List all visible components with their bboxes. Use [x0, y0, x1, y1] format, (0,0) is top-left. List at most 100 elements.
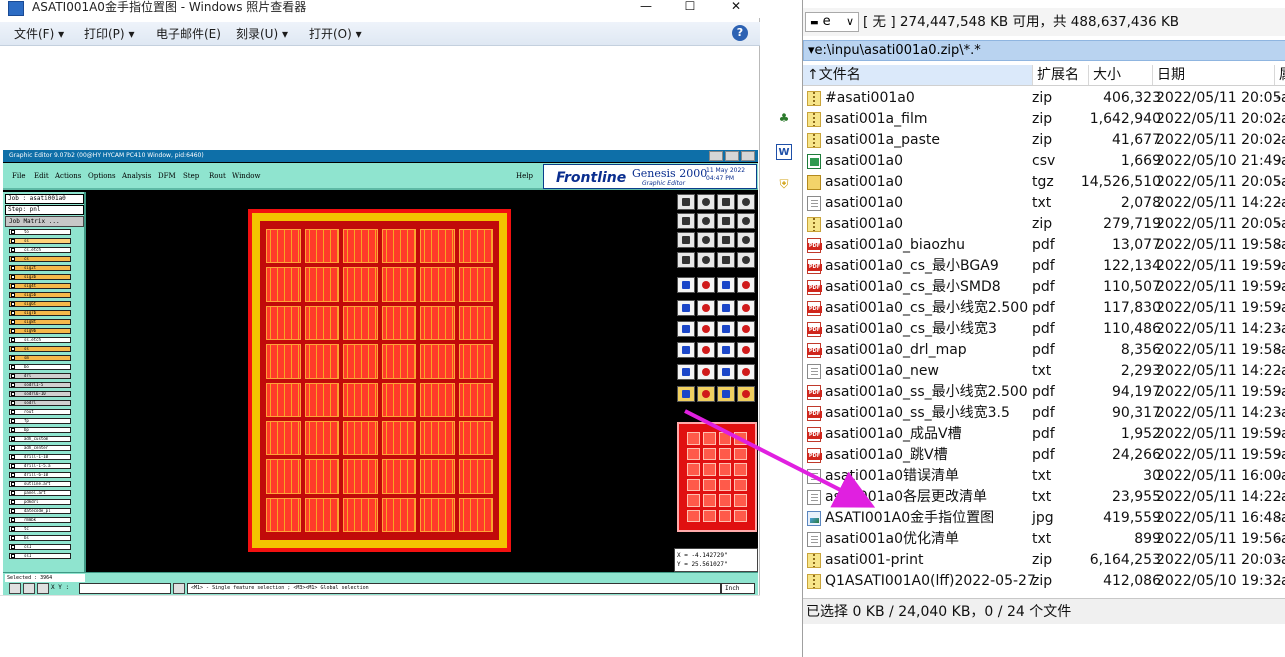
file-size: 406,323	[1103, 90, 1161, 106]
maximize-button[interactable]: ☐	[676, 0, 704, 16]
file-row[interactable]: asati001a0优化清单 txt 8992022/05/11 19:56-a	[803, 529, 1285, 550]
menu-burn[interactable]: 刻录(U) ▾	[236, 26, 288, 42]
shield-icon[interactable]: ⛨	[776, 176, 792, 192]
column-ext[interactable]: 扩展名	[1033, 65, 1089, 85]
genesis-menu-options: Options	[88, 172, 116, 180]
pcb-unit	[304, 382, 339, 417]
layer-checkbox-icon	[11, 239, 15, 243]
genesis-layer-item: adh_custom	[9, 436, 71, 442]
close-button[interactable]: ✕	[722, 0, 750, 16]
genesis-tool-icon	[737, 277, 755, 293]
file-date: 2022/05/10 21:49	[1156, 153, 1282, 169]
genesis-tool-icon	[697, 194, 715, 210]
file-date: 2022/05/10 19:32	[1156, 573, 1282, 589]
file-attr: -a	[1276, 426, 1285, 442]
genesis-tool-icon	[677, 252, 695, 268]
file-row[interactable]: asati001a0 txt 2,0782022/05/11 14:22-a	[803, 193, 1285, 214]
genesis-job-matrix-button: Job Matrix ...	[5, 216, 84, 227]
column-name[interactable]: ↑文件名	[803, 65, 1033, 85]
file-row[interactable]: asati001a0_cs_最小线宽3 pdf 110,4862022/05/11 …	[803, 319, 1285, 340]
file-row[interactable]: asati001a0_成品V槽 pdf 1,9522022/05/11 19:59-…	[803, 424, 1285, 445]
file-row[interactable]: asati001-print zip 6,164,253 2022/05/11 20:…	[803, 550, 1285, 571]
menu-open[interactable]: 打开(O) ▾	[309, 26, 362, 42]
file-row[interactable]: asati001a0 tgz 14,526,510 2022/05/11 20:05-…	[803, 172, 1285, 193]
pcb-unit	[458, 267, 493, 302]
file-date: 2022/05/11 19:59	[1156, 426, 1282, 442]
current-path[interactable]: ▾e:\inpu\asati001a0.zip\*.*	[803, 40, 1285, 61]
column-size[interactable]: 大小	[1089, 65, 1153, 85]
minimize-button[interactable]: —	[632, 0, 660, 16]
file-row[interactable]: ASATI001A0金手指位置图 jpg 419,559 2022/05/11 16:…	[803, 508, 1285, 529]
layer-checkbox-icon	[11, 392, 15, 396]
menu-email[interactable]: 电子邮件(E)	[156, 26, 221, 42]
network-tree-icon[interactable]: ♣	[776, 110, 792, 126]
file-row[interactable]: #asati001a0 zip 406,3232022/05/11 20:05-a	[803, 88, 1285, 109]
genesis-menu-window: Window	[232, 172, 261, 180]
pcb-unit	[343, 267, 378, 302]
help-icon[interactable]: ?	[732, 25, 748, 41]
pcb-unit	[266, 497, 301, 532]
file-date: 2022/05/11 19:59	[1156, 447, 1282, 463]
column-attr[interactable]: 属	[1275, 65, 1285, 85]
file-row[interactable]: asati001a0_cs_最小SMD8 pdf 110,5072022/05/11…	[803, 277, 1285, 298]
file-size: 419,559	[1103, 510, 1161, 526]
genesis-layer-item: sig4t	[9, 283, 71, 289]
genesis-tool-icon	[717, 232, 735, 248]
file-row[interactable]: asati001a0 csv 1,6692022/05/10 21:49-a	[803, 151, 1285, 172]
file-row[interactable]: asati001a0_new txt 2,2932022/05/11 14:22-a	[803, 361, 1285, 382]
file-ext: pdf	[1032, 384, 1055, 400]
file-row[interactable]: asati001a0 zip 279,7192022/05/11 20:05-a	[803, 214, 1285, 235]
file-size: 1,669	[1120, 153, 1161, 169]
file-name: Q1ASATI001A0(lff)2022-05-27	[825, 573, 1036, 589]
genesis-tool-icon	[717, 300, 735, 316]
file-row[interactable]: asati001a_film zip 1,642,940 2022/05/11 20:…	[803, 109, 1285, 130]
tgz-file-icon	[807, 175, 821, 190]
file-row[interactable]: asati001a_paste zip 41,677 2022/05/11 20:02…	[803, 130, 1285, 151]
menu-file[interactable]: 文件(F) ▾	[14, 26, 64, 42]
thumb-unit	[687, 478, 700, 491]
file-name: asati001a0错误清单	[825, 468, 960, 484]
file-row[interactable]: asati001a0各层更改清单 txt 23,955 2022/05/11 14:2…	[803, 487, 1285, 508]
pcb-unit	[304, 267, 339, 302]
pcb-unit	[381, 497, 416, 532]
file-row[interactable]: asati001a0_drl_map pdf 8,3562022/05/11 19:…	[803, 340, 1285, 361]
photo-viewer-titlebar[interactable]: ASATI001A0金手指位置图 - Windows 照片查看器 — ☐ ✕	[0, 0, 760, 18]
file-date: 2022/05/11 14:23	[1156, 321, 1282, 337]
file-row[interactable]: asati001a0错误清单 txt 302022/05/11 16:00-a	[803, 466, 1285, 487]
file-row[interactable]: asati001a0_biaozhu pdf 13,0772022/05/11 19…	[803, 235, 1285, 256]
pcb-unit	[266, 420, 301, 456]
file-name: asati001a_film	[825, 111, 928, 127]
file-date: 2022/05/11 14:22	[1156, 363, 1282, 379]
genesis-tool-icon	[697, 321, 715, 337]
genesis-close-icon	[741, 151, 755, 161]
thumb-unit	[687, 463, 700, 476]
layer-checkbox-icon	[11, 509, 15, 513]
file-row[interactable]: asati001a0_ss_最小线宽3.5 pdf 90,3172022/05/11…	[803, 403, 1285, 424]
layer-checkbox-icon	[11, 383, 15, 387]
file-row[interactable]: Q1ASATI001A0(lff)2022-05-27 zip 412,086 202…	[803, 571, 1285, 592]
drive-select[interactable]: ▬ e ∨	[805, 12, 859, 32]
file-attr: -a	[1276, 279, 1285, 295]
pdf-file-icon	[807, 427, 822, 442]
file-manager-status: 已选择 0 KB / 24,040 KB，0 / 24 个文件	[803, 598, 1285, 624]
word-doc-icon[interactable]: W	[776, 144, 792, 160]
thumb-unit	[687, 509, 700, 522]
file-name: asati001a_paste	[825, 132, 940, 148]
menu-print[interactable]: 打印(P) ▾	[84, 26, 134, 42]
thumb-unit	[718, 478, 732, 491]
file-size: 94,197	[1112, 384, 1161, 400]
file-ext: pdf	[1032, 300, 1055, 316]
file-row[interactable]: asati001a0_cs_最小线宽2.500pdf 117,8302022/05…	[803, 298, 1285, 319]
layer-checkbox-icon	[11, 293, 15, 297]
file-ext: tgz	[1032, 174, 1054, 190]
txt-file-icon	[807, 364, 821, 379]
file-ext: zip	[1032, 573, 1053, 589]
file-row[interactable]: asati001a0_跳V槽 pdf 24,2662022/05/11 19:59-…	[803, 445, 1285, 466]
column-date[interactable]: 日期	[1153, 65, 1275, 85]
file-attr: -a	[1276, 258, 1285, 274]
file-row[interactable]: asati001a0_cs_最小BGA9 pdf 122,1342022/05/11…	[803, 256, 1285, 277]
file-row[interactable]: asati001a0_ss_最小线宽2.500pdf 94,1972022/05/…	[803, 382, 1285, 403]
file-attr: -a	[1276, 321, 1285, 337]
photo-viewer-menubar: 文件(F) ▾ 打印(P) ▾ 电子邮件(E) 刻录(U) ▾ 打开(O) ▾ …	[0, 22, 760, 46]
genesis-layer-item: panel.art	[9, 490, 71, 496]
